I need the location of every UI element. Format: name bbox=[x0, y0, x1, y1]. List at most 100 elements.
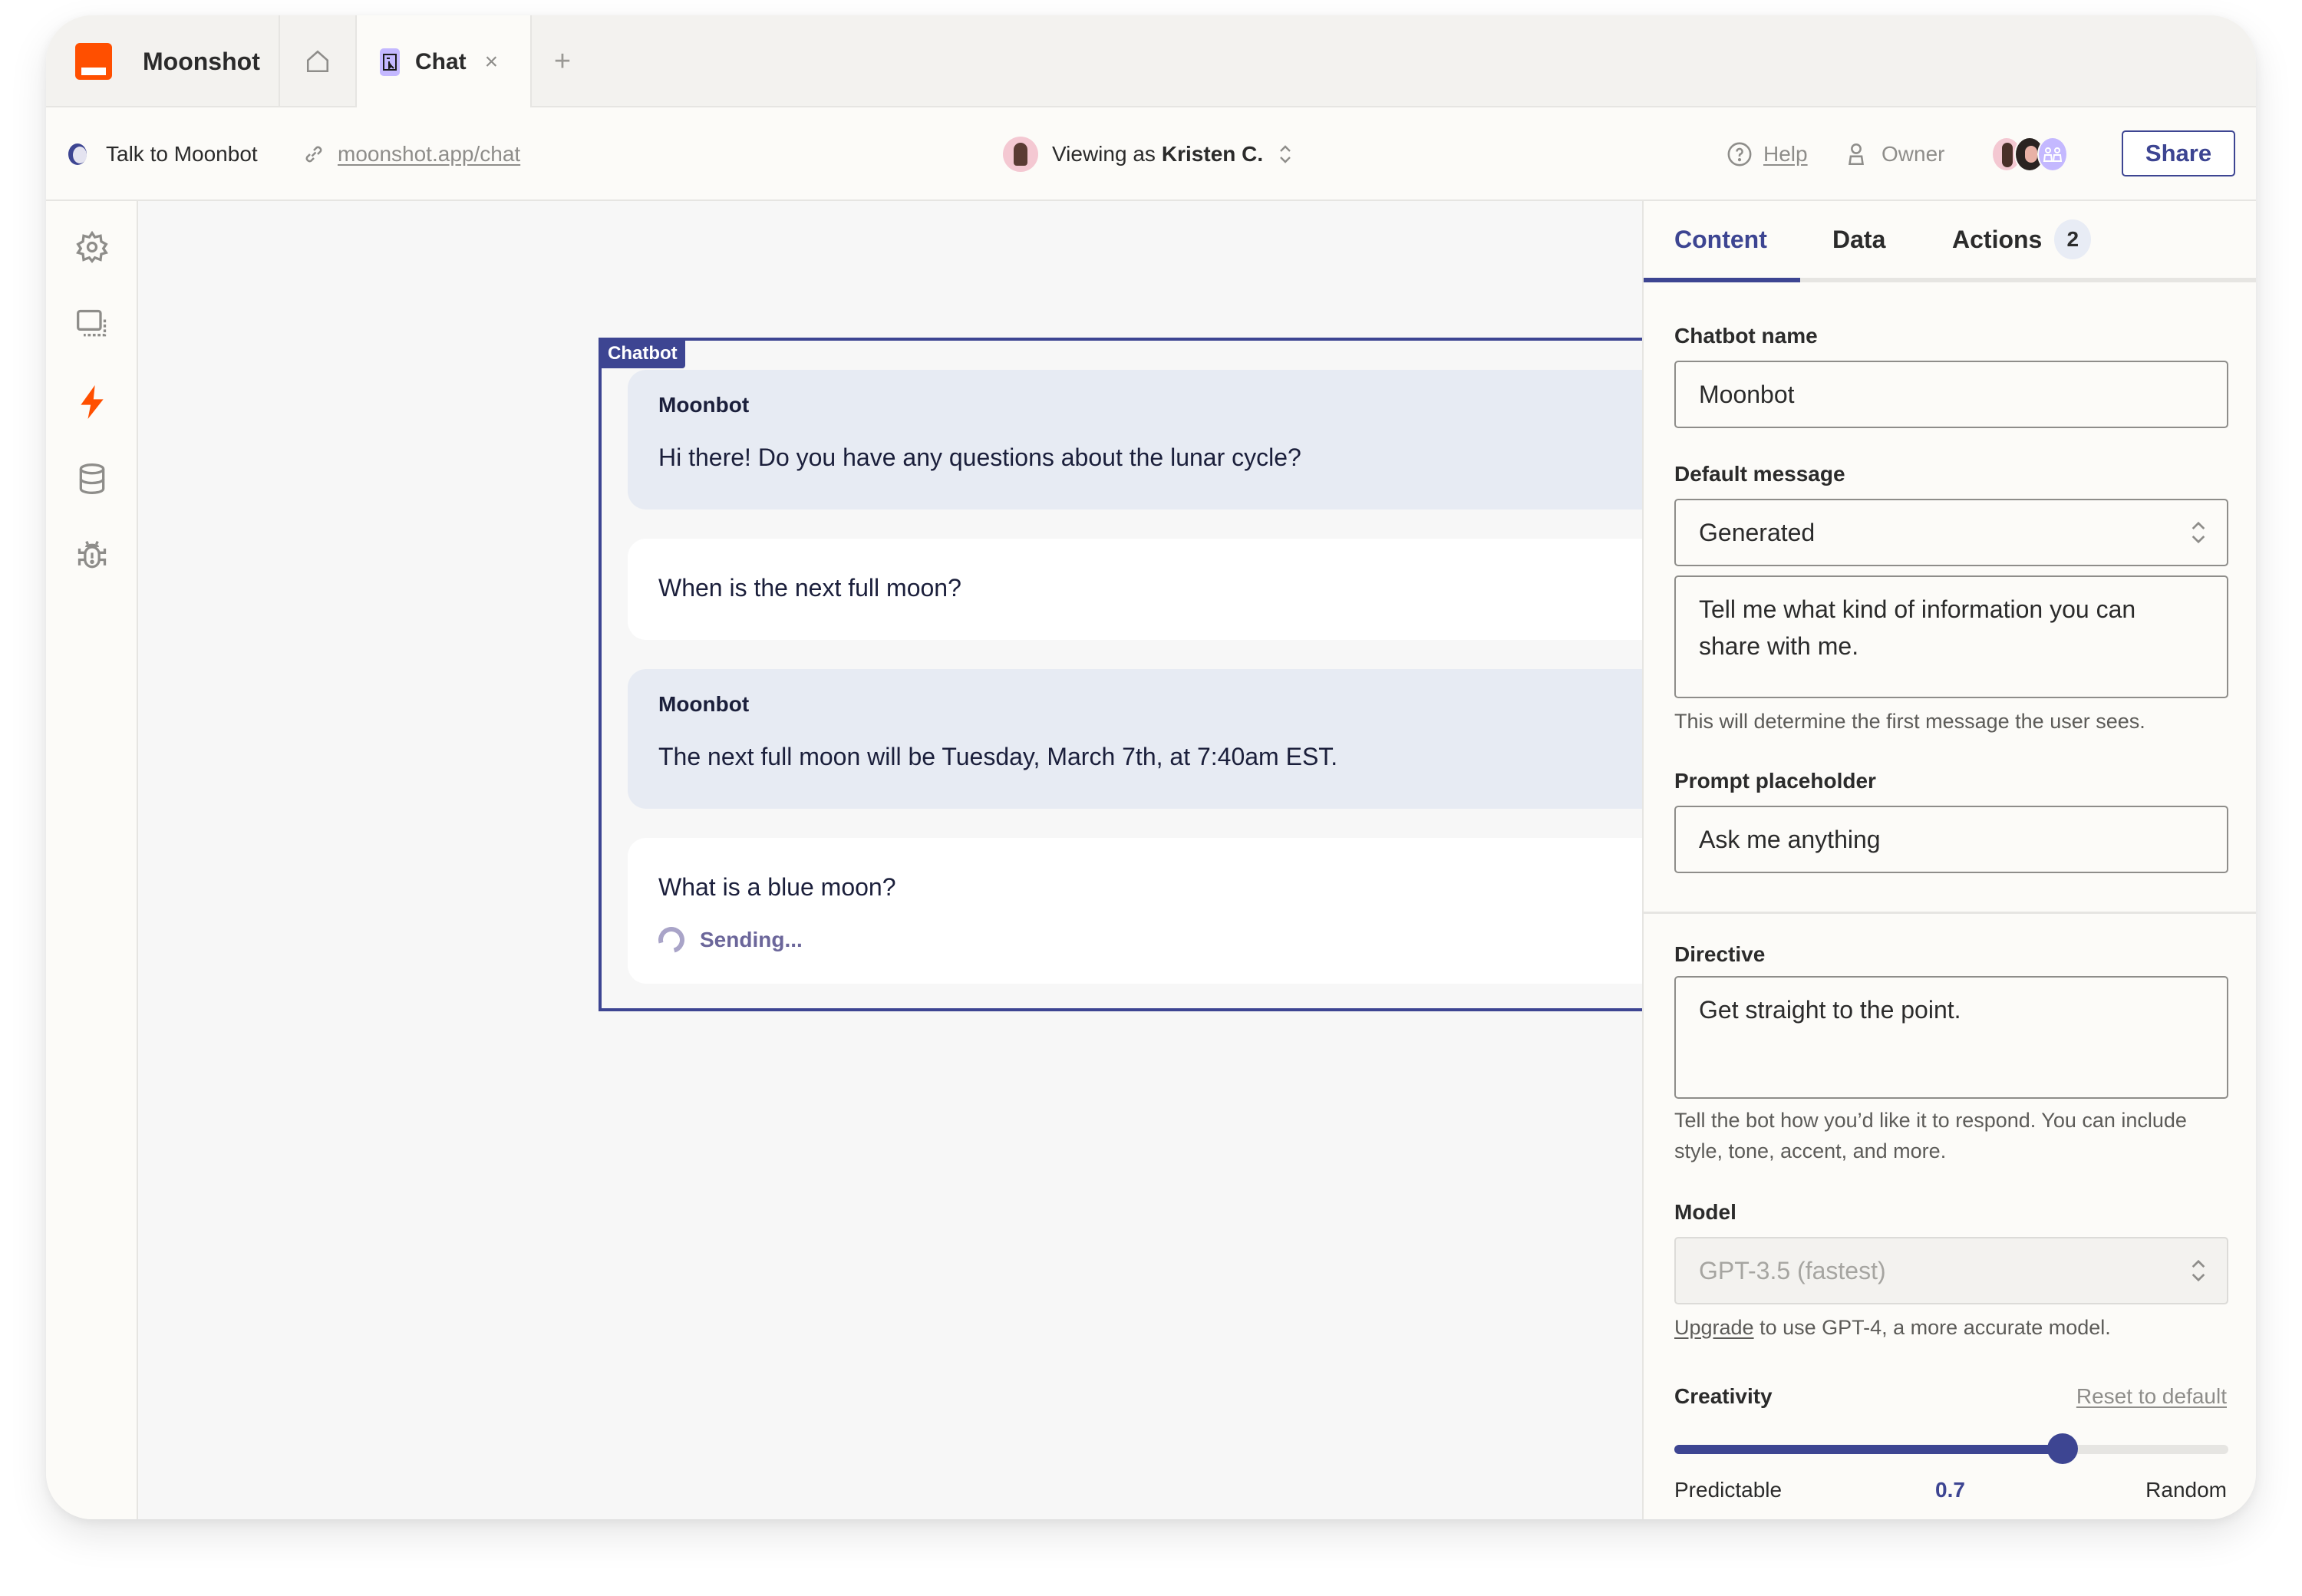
link-icon bbox=[305, 146, 322, 163]
slider-max-label: Random bbox=[2145, 1478, 2227, 1502]
sidebar-item-settings[interactable] bbox=[72, 227, 112, 267]
bug-icon bbox=[78, 540, 107, 569]
slider-min-label: Predictable bbox=[1674, 1478, 1783, 1502]
chat-message-bot: Moonbot Hi there! Do you have any questi… bbox=[628, 370, 1642, 509]
message-sender: Moonbot bbox=[658, 692, 750, 716]
tab-chat-label: Chat bbox=[415, 49, 467, 74]
tab-content[interactable]: Content bbox=[1674, 201, 1767, 278]
brand-tab[interactable]: Moonshot bbox=[46, 15, 280, 107]
help-icon bbox=[1727, 142, 1752, 167]
default-message-select[interactable]: Generated bbox=[1674, 499, 2228, 566]
chevron-up-down-icon bbox=[2192, 521, 2205, 544]
slider-value: 0.7 bbox=[1935, 1478, 1965, 1502]
directive-textarea[interactable]: Get straight to the point. bbox=[1674, 976, 2228, 1099]
chat-message-user: When is the next full moon? bbox=[628, 539, 1642, 640]
active-tab-indicator bbox=[1644, 278, 1800, 282]
message-text: The next full moon will be Tuesday, Marc… bbox=[658, 743, 1338, 770]
new-tab-button[interactable]: + bbox=[532, 15, 593, 107]
tab-content-label: Content bbox=[1674, 225, 1767, 253]
screen-icon bbox=[77, 309, 107, 337]
tab-bar: Moonshot Chat × + bbox=[46, 15, 2256, 109]
viewing-as-prefix: Viewing as bbox=[1052, 142, 1156, 166]
default-message-text: Tell me what kind of information you can… bbox=[1699, 595, 2136, 660]
slider-fill bbox=[1674, 1445, 2063, 1454]
gear-icon bbox=[76, 230, 108, 263]
avatar bbox=[1003, 137, 1038, 172]
slider-thumb[interactable] bbox=[2046, 1433, 2078, 1464]
database-icon bbox=[79, 463, 105, 494]
chevron-up-down-icon bbox=[1280, 145, 1291, 163]
model-help: Upgrade to use GPT-4, a more accurate mo… bbox=[1674, 1312, 2242, 1343]
creativity-label: Creativity bbox=[1674, 1384, 1773, 1408]
properties-panel: Content Data Actions 2 Chatbot name Moon… bbox=[1642, 201, 2256, 1519]
model-select-value: GPT-3.5 (fastest) bbox=[1699, 1256, 1886, 1284]
sidebar-item-data[interactable] bbox=[72, 459, 112, 499]
brand-name: Moonshot bbox=[143, 47, 260, 75]
interface-cursor-icon bbox=[380, 48, 400, 76]
message-text: What is a blue moon? bbox=[658, 873, 896, 901]
sidebar-item-automations[interactable] bbox=[72, 382, 112, 422]
viewing-as-name: Kristen C. bbox=[1161, 142, 1264, 166]
canvas: Chatbot Moonbot Hi there! Do you have an… bbox=[138, 201, 1642, 1519]
chatbot-name-input[interactable]: Moonbot bbox=[1674, 361, 2228, 428]
panel-tabs: Content Data Actions 2 bbox=[1644, 201, 2256, 282]
tab-data[interactable]: Data bbox=[1832, 201, 1885, 278]
upgrade-link[interactable]: Upgrade bbox=[1674, 1316, 1754, 1339]
chatbot-component-tag: Chatbot bbox=[600, 339, 685, 368]
default-message-help: This will determine the first message th… bbox=[1674, 710, 2145, 733]
directive-label: Directive bbox=[1674, 942, 1766, 966]
directive-text: Get straight to the point. bbox=[1699, 996, 1961, 1024]
tab-data-label: Data bbox=[1832, 225, 1886, 253]
sidebar bbox=[46, 201, 138, 1519]
group-icon bbox=[2037, 137, 2068, 172]
chatbot-name-value: Moonbot bbox=[1699, 380, 1795, 408]
home-tab[interactable] bbox=[280, 15, 357, 107]
owner-label: Owner bbox=[1882, 142, 1945, 166]
moon-icon bbox=[68, 143, 87, 165]
sidebar-item-debug[interactable] bbox=[72, 536, 112, 575]
help-label: Help bbox=[1763, 142, 1808, 166]
brand-logo-icon bbox=[75, 43, 112, 80]
user-icon bbox=[1849, 143, 1864, 166]
message-text: Hi there! Do you have any questions abou… bbox=[658, 444, 1301, 471]
directive-help: Tell the bot how you’d like it to respon… bbox=[1674, 1109, 2187, 1162]
message-text: When is the next full moon? bbox=[658, 574, 961, 602]
prompt-placeholder-value: Ask me anything bbox=[1699, 825, 1881, 853]
chevron-up-down-icon bbox=[2192, 1259, 2205, 1282]
tab-actions-label: Actions bbox=[1952, 225, 2043, 253]
app-title-label: Talk to Moonbot bbox=[106, 142, 258, 166]
chatbot-component[interactable]: Chatbot Moonbot Hi there! Do you have an… bbox=[599, 338, 1642, 1011]
model-select[interactable]: GPT-3.5 (fastest) bbox=[1674, 1237, 2228, 1304]
share-button[interactable]: Share bbox=[2122, 130, 2235, 176]
app-url[interactable]: moonshot.app/chat bbox=[302, 107, 520, 201]
sending-label: Sending... bbox=[700, 928, 803, 951]
message-sender: Moonbot bbox=[658, 393, 750, 417]
chat-message-bot: Moonbot The next full moon will be Tuesd… bbox=[628, 669, 1642, 809]
bolt-icon bbox=[81, 385, 104, 419]
default-message-label: Default message bbox=[1674, 462, 1845, 486]
collaborator-avatars[interactable] bbox=[1991, 107, 2068, 201]
chat-message-user: What is a blue moon? Sending... bbox=[628, 838, 1642, 984]
prompt-placeholder-label: Prompt placeholder bbox=[1674, 769, 1876, 793]
creativity-slider[interactable] bbox=[1674, 1433, 2228, 1464]
spinner-icon bbox=[653, 922, 690, 958]
app-window: Moonshot Chat × + Talk to Moonbot moonsh… bbox=[46, 15, 2256, 1519]
close-icon[interactable]: × bbox=[485, 49, 499, 75]
actions-count-badge: 2 bbox=[2054, 219, 2092, 259]
viewing-as-selector[interactable]: Viewing as Kristen C. bbox=[1003, 107, 1292, 201]
model-label: Model bbox=[1674, 1200, 1736, 1224]
help-link[interactable]: Help bbox=[1726, 107, 1808, 201]
prompt-placeholder-input[interactable]: Ask me anything bbox=[1674, 806, 2228, 873]
reset-to-default-link[interactable]: Reset to default bbox=[2076, 1384, 2227, 1409]
app-url-link[interactable]: moonshot.app/chat bbox=[338, 142, 520, 167]
app-title: Talk to Moonbot bbox=[68, 107, 258, 201]
section-divider bbox=[1644, 912, 2256, 914]
owner-role[interactable]: Owner bbox=[1843, 107, 1944, 201]
home-icon bbox=[306, 50, 329, 73]
sidebar-item-interfaces[interactable] bbox=[72, 304, 112, 344]
toolbar: Talk to Moonbot moonshot.app/chat Viewin… bbox=[46, 107, 2256, 201]
tab-chat[interactable]: Chat × bbox=[357, 15, 532, 109]
chatbot-name-label: Chatbot name bbox=[1674, 324, 1818, 348]
default-message-textarea[interactable]: Tell me what kind of information you can… bbox=[1674, 575, 2228, 698]
tab-actions[interactable]: Actions 2 bbox=[1952, 201, 2092, 278]
